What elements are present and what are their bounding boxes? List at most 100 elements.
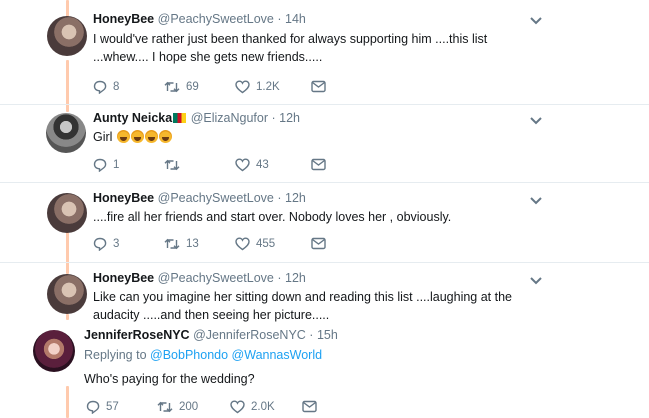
timestamp[interactable]: 15h <box>317 328 338 342</box>
retweet-count: 200 <box>179 401 199 413</box>
avatar[interactable] <box>33 330 75 372</box>
chevron-down-icon[interactable] <box>529 276 543 286</box>
mention-link[interactable]: @WannasWorld <box>232 348 323 362</box>
like-count: 2.0K <box>251 401 275 413</box>
reply-button[interactable]: 1 <box>93 158 119 172</box>
chevron-down-icon[interactable] <box>529 16 543 26</box>
like-count: 43 <box>256 159 269 171</box>
replying-to: Replying to @BobPhondo @WannasWorld <box>84 348 322 362</box>
face-with-tears-of-joy-icon <box>158 130 172 143</box>
tweet-text: Like can you imagine her sitting down an… <box>93 288 512 324</box>
like-button[interactable]: 455 <box>235 237 275 251</box>
username[interactable]: @ElizaNgufor <box>191 111 268 125</box>
avatar[interactable] <box>46 113 86 153</box>
direct-message-icon <box>302 400 317 413</box>
retweet-icon <box>164 159 180 171</box>
retweet-count: 13 <box>186 238 199 250</box>
display-name[interactable]: HoneyBee <box>93 271 154 285</box>
retweet-button[interactable]: 200 <box>157 400 198 414</box>
face-with-tears-of-joy-icon <box>116 130 130 143</box>
retweet-button[interactable]: 69 <box>164 80 199 94</box>
tweet-text: I would've rather just been thanked for … <box>93 30 487 66</box>
tweet-text-line: Girl <box>93 130 113 144</box>
cameroon-flag-icon <box>173 113 187 123</box>
chevron-down-icon[interactable] <box>529 196 543 206</box>
like-icon <box>235 237 250 251</box>
display-name[interactable]: HoneyBee <box>93 12 154 26</box>
timestamp[interactable]: 12h <box>279 111 300 125</box>
reply-count: 1 <box>113 159 120 171</box>
reply-icon <box>93 80 107 94</box>
reply-button[interactable]: 3 <box>93 237 119 251</box>
display-name[interactable]: HoneyBee <box>93 191 154 205</box>
tweet[interactable]: Aunty Neicka @ElizaNgufor · 12h Girl 1 4… <box>0 105 649 183</box>
direct-message-button[interactable] <box>302 400 317 413</box>
avatar[interactable] <box>47 16 87 56</box>
like-button[interactable]: 43 <box>235 158 269 172</box>
like-button[interactable]: 1.2K <box>235 80 280 94</box>
username[interactable]: @JenniferRoseNYC <box>193 328 306 342</box>
tweet-text-line: ....fire all her friends and start over.… <box>93 210 452 224</box>
reply-button[interactable]: 57 <box>86 400 119 414</box>
reply-icon <box>86 400 100 414</box>
tweet-text: Who's paying for the wedding? <box>84 370 255 388</box>
separator: · <box>277 271 282 285</box>
tweet-text-line: Who's paying for the wedding? <box>84 372 255 386</box>
tweet-header: Aunty Neicka @ElizaNgufor · 12h <box>93 111 300 125</box>
tweet-header: HoneyBee @PeachySweetLove · 12h <box>93 271 306 285</box>
tweet[interactable]: HoneyBee @PeachySweetLove · 12h ....fire… <box>0 183 649 263</box>
direct-message-icon <box>311 158 326 171</box>
separator: · <box>271 111 276 125</box>
direct-message-button[interactable] <box>311 158 326 171</box>
like-count: 1.2K <box>256 81 280 93</box>
tweet[interactable]: JenniferRoseNYC @JenniferRoseNYC · 15h R… <box>0 322 649 418</box>
direct-message-icon <box>311 237 326 250</box>
username[interactable]: @PeachySweetLove <box>158 271 274 285</box>
separator: · <box>277 12 282 26</box>
reply-count: 8 <box>113 81 120 93</box>
retweet-icon <box>164 81 180 93</box>
like-icon <box>235 158 250 172</box>
tweet-header: HoneyBee @PeachySweetLove · 14h <box>93 12 306 26</box>
reply-count: 3 <box>113 238 120 250</box>
retweet-icon <box>157 401 173 413</box>
retweet-button[interactable]: 13 <box>164 237 199 251</box>
face-with-tears-of-joy-icon <box>144 130 158 143</box>
retweet-count: 69 <box>186 81 199 93</box>
retweet-icon <box>164 238 180 250</box>
timestamp[interactable]: 12h <box>285 271 306 285</box>
display-name[interactable]: Aunty Neicka <box>93 111 172 125</box>
like-button[interactable]: 2.0K <box>230 400 275 414</box>
tweet-text-line: ...whew.... I hope she gets new friends.… <box>93 50 323 64</box>
avatar[interactable] <box>47 274 87 314</box>
timestamp[interactable]: 12h <box>285 191 306 205</box>
reply-icon <box>93 237 107 251</box>
tweet-text: Girl <box>93 128 172 146</box>
mention-link[interactable]: @BobPhondo <box>150 348 228 362</box>
tweet-text-line: I would've rather just been thanked for … <box>93 32 488 46</box>
reply-button[interactable]: 8 <box>93 80 119 94</box>
tweet-text-line: Like can you imagine her sitting down an… <box>93 290 513 304</box>
replying-to-label: Replying to <box>84 348 147 362</box>
face-with-tears-of-joy-icon <box>130 130 144 143</box>
tweet-actions: 3 13 455 <box>93 237 333 253</box>
retweet-button[interactable] <box>164 158 186 172</box>
direct-message-button[interactable] <box>311 237 326 250</box>
like-icon <box>235 80 250 94</box>
separator: · <box>277 191 282 205</box>
tweet-actions: 8 69 1.2K <box>93 80 333 96</box>
username[interactable]: @PeachySweetLove <box>158 191 274 205</box>
tweet-actions: 57 200 2.0K <box>86 400 326 416</box>
username[interactable]: @PeachySweetLove <box>158 12 274 26</box>
tweet[interactable]: HoneyBee @PeachySweetLove · 14h I would'… <box>0 0 649 105</box>
tweet-text: ....fire all her friends and start over.… <box>93 208 451 226</box>
avatar[interactable] <box>47 193 87 233</box>
reply-count: 57 <box>106 401 119 413</box>
direct-message-button[interactable] <box>311 80 326 93</box>
tweet-header: HoneyBee @PeachySweetLove · 12h <box>93 191 306 205</box>
display-name[interactable]: JenniferRoseNYC <box>84 328 190 342</box>
timestamp[interactable]: 14h <box>285 12 306 26</box>
direct-message-icon <box>311 80 326 93</box>
chevron-down-icon[interactable] <box>529 116 543 126</box>
tweet[interactable]: HoneyBee @PeachySweetLove · 12h Like can… <box>0 263 649 323</box>
